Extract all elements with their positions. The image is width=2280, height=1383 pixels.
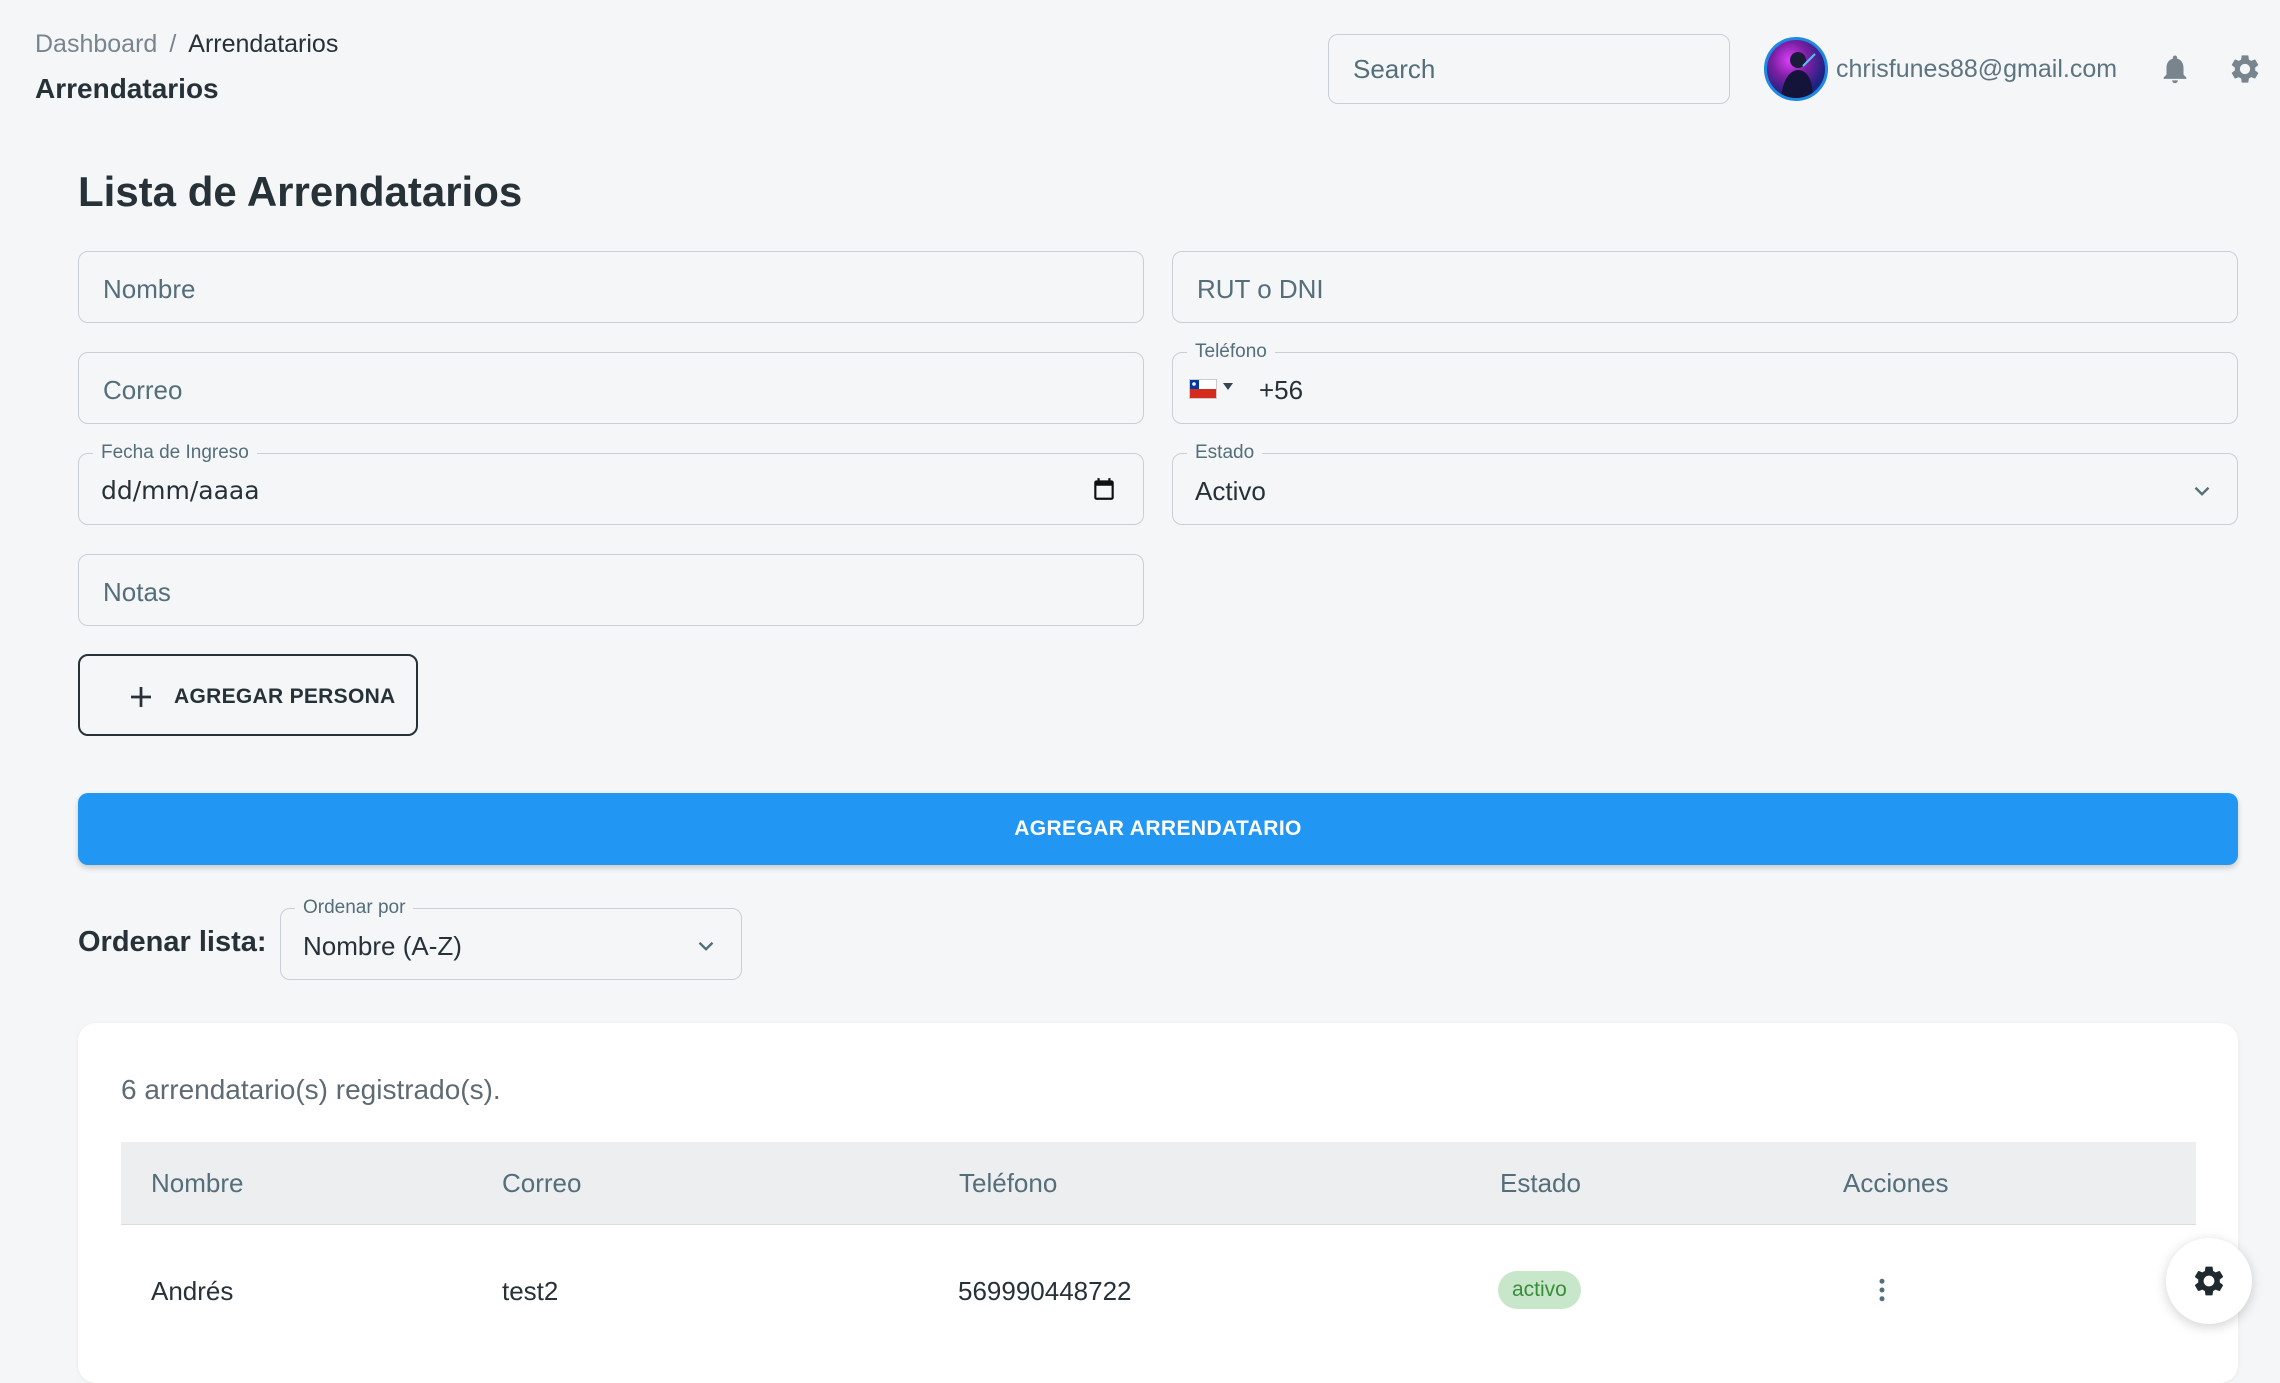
- user-email[interactable]: chrisfunes88@gmail.com: [1836, 55, 2117, 84]
- avatar-image: [1781, 52, 1816, 98]
- country-caret-icon[interactable]: [1223, 383, 1233, 390]
- fecha-ingreso-value: dd/mm/aaaa: [101, 476, 260, 505]
- estado-select[interactable]: Estado Activo: [1172, 442, 2238, 525]
- rut-placeholder: RUT o DNI: [1197, 274, 1324, 304]
- floating-settings-button[interactable]: [2166, 1238, 2252, 1324]
- fecha-ingreso-label: Fecha de Ingreso: [93, 442, 257, 464]
- nombre-field[interactable]: Nombre: [78, 251, 1144, 323]
- column-header-correo[interactable]: Correo: [502, 1168, 581, 1199]
- add-person-button[interactable]: AGREGAR PERSONA: [78, 654, 418, 736]
- row-correo: test2: [502, 1276, 559, 1306]
- row-telefono: 569990448722: [958, 1276, 1132, 1306]
- fecha-ingreso-field[interactable]: Fecha de Ingreso dd/mm/aaaa: [78, 442, 1144, 525]
- avatar[interactable]: [1764, 37, 1828, 101]
- rut-field[interactable]: RUT o DNI: [1172, 251, 2238, 323]
- page-subtitle: Arrendatarios: [35, 73, 219, 104]
- search-input[interactable]: [1328, 34, 1730, 104]
- bell-icon[interactable]: [2158, 52, 2192, 86]
- table-header: Nombre Correo Teléfono Estado Acciones: [121, 1142, 2196, 1225]
- gear-icon: [2194, 1266, 2224, 1296]
- gear-icon[interactable]: [2228, 52, 2262, 86]
- column-header-acciones: Acciones: [1843, 1168, 1949, 1198]
- add-tenant-label: AGREGAR ARRENDATARIO: [1014, 817, 1302, 840]
- column-header-telefono[interactable]: Teléfono: [959, 1168, 1057, 1199]
- breadcrumb-dashboard-link[interactable]: Dashboard: [35, 30, 157, 58]
- sort-label: Ordenar lista:: [78, 926, 267, 958]
- chevron-down-icon: [698, 941, 714, 951]
- breadcrumb-separator: /: [169, 30, 177, 58]
- notas-field[interactable]: Notas: [78, 554, 1144, 626]
- column-header-nombre[interactable]: Nombre: [151, 1168, 243, 1199]
- correo-placeholder: Correo: [103, 375, 183, 405]
- sort-value: Nombre (A-Z): [303, 931, 462, 961]
- chile-flag-icon[interactable]: [1189, 379, 1217, 399]
- breadcrumb: Dashboard / Arrendatarios: [35, 30, 338, 59]
- nombre-placeholder: Nombre: [103, 274, 196, 304]
- sort-select[interactable]: Ordenar por Nombre (A-Z): [280, 897, 742, 980]
- column-header-estado[interactable]: Estado: [1500, 1168, 1581, 1199]
- tenants-card: 6 arrendatario(s) registrado(s). Nombre …: [78, 1023, 2238, 1383]
- estado-value: Activo: [1195, 476, 1266, 506]
- page-title: Lista de Arrendatarios: [78, 168, 523, 215]
- sort-field-label: Ordenar por: [295, 897, 414, 919]
- calendar-icon[interactable]: [1091, 476, 1117, 502]
- breadcrumb-current: Arrendatarios: [188, 30, 339, 58]
- more-actions-icon[interactable]: [1867, 1275, 1897, 1305]
- row-nombre: Andrés: [151, 1276, 234, 1306]
- correo-field[interactable]: Correo: [78, 352, 1144, 424]
- plus-icon: [131, 687, 151, 707]
- telefono-label: Teléfono: [1187, 341, 1275, 363]
- chevron-down-icon: [2194, 486, 2210, 496]
- estado-label: Estado: [1187, 442, 1263, 464]
- notas-placeholder: Notas: [103, 577, 171, 607]
- status-badge: activo: [1498, 1271, 1581, 1309]
- telefono-field[interactable]: Teléfono +56: [1172, 341, 2238, 424]
- add-tenant-button[interactable]: AGREGAR ARRENDATARIO: [78, 793, 2238, 865]
- add-person-label: AGREGAR PERSONA: [174, 685, 396, 708]
- telefono-value: +56: [1259, 375, 1304, 405]
- tenant-count: 6 arrendatario(s) registrado(s).: [121, 1074, 501, 1105]
